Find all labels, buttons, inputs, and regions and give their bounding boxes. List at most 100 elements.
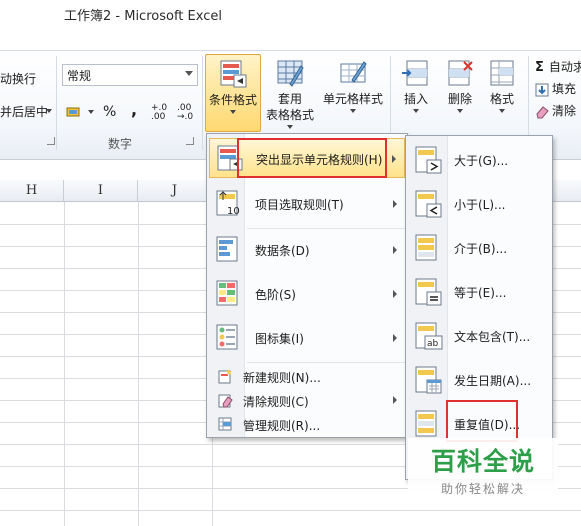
clear-rules-icon: [218, 394, 233, 408]
submenu-item-between[interactable]: 介于(B)...: [408, 228, 550, 268]
chevron-down-icon: [457, 109, 463, 113]
chevron-down-icon: [350, 109, 356, 113]
data-bars-icon: [216, 236, 238, 262]
menu-item-top-bottom-rules[interactable]: 10 项目选取规则(T): [209, 184, 405, 224]
menu-item-manage-rules[interactable]: 管理规则(R)...: [209, 412, 405, 436]
insert-label: 插入: [403, 92, 428, 106]
submenu-item-equal-to[interactable]: 等于(E)...: [408, 272, 550, 312]
chevron-right-icon: [393, 334, 397, 342]
grid-line: [64, 202, 65, 526]
autosum-label: 自动求: [548, 60, 581, 74]
currency-dropdown-icon[interactable]: [88, 110, 94, 114]
conditional-formatting-icon: [220, 60, 247, 88]
conditional-formatting-button[interactable]: 条件格式: [205, 54, 261, 132]
insert-button[interactable]: 插入: [396, 58, 436, 113]
color-scales-icon: [216, 280, 238, 306]
menu-separator: [247, 228, 405, 229]
cell-styles-icon: [340, 61, 367, 83]
clear-button[interactable]: 清除: [535, 102, 576, 120]
column-header-j[interactable]: J: [138, 180, 212, 202]
watermark-subtitle: 助你轻松解决: [440, 482, 525, 496]
ribbon-separator: [202, 56, 203, 150]
annotation-highlight-box: [446, 400, 518, 442]
increase-decimal-button[interactable]: +.0 .00: [151, 104, 175, 122]
svg-text:10: 10: [227, 206, 240, 217]
menu-item-color-scales[interactable]: 色阶(S): [209, 274, 405, 314]
currency-format-button[interactable]: [66, 104, 83, 122]
menu-item-icon-sets[interactable]: 图标集(I): [209, 318, 405, 358]
chevron-down-icon: [413, 109, 419, 113]
decrease-decimal-button[interactable]: .00 →.0: [177, 104, 201, 122]
number-group-label: 数字: [108, 137, 133, 151]
fill-down-icon: [535, 83, 549, 96]
chevron-right-icon: [392, 155, 396, 163]
merge-dropdown-icon[interactable]: [46, 109, 52, 113]
menu-item-data-bars[interactable]: 数据条(D): [209, 230, 405, 270]
fill-button[interactable]: 填充: [535, 80, 576, 98]
menu-item-label: 数据条(D): [255, 244, 310, 258]
title-bar: 工作簿2 - Microsoft Excel: [0, 0, 581, 30]
submenu-item-text-contains[interactable]: ab 文本包含(T)...: [408, 316, 550, 356]
format-as-table-icon: [277, 60, 304, 87]
insert-cells-icon: [402, 60, 428, 86]
menu-item-label: 图标集(I): [255, 332, 304, 346]
date-occurring-icon: [415, 366, 442, 394]
menu-item-label: 项目选取规则(T): [255, 198, 344, 212]
format-as-table-button[interactable]: 套用 表格格式: [262, 58, 318, 129]
grid-line: [0, 510, 581, 511]
format-cells-icon: [490, 60, 514, 86]
format-label: 格式: [489, 92, 514, 106]
submenu-item-greater-than[interactable]: 大于(G)...: [408, 140, 550, 180]
comma-style-button[interactable]: ,: [131, 100, 137, 119]
submenu-item-date-occurring[interactable]: 发生日期(A)...: [408, 360, 550, 400]
sigma-icon: Σ: [535, 60, 544, 75]
number-launcher-icon[interactable]: [186, 137, 194, 145]
menu-item-label: 管理规则(R)...: [243, 419, 321, 433]
icon-sets-icon: [216, 324, 238, 350]
delete-label: 删除: [447, 92, 472, 106]
column-header-h[interactable]: H: [0, 180, 64, 202]
fill-label: 填充: [552, 82, 577, 96]
delete-cells-icon: [448, 60, 473, 86]
percent-button[interactable]: %: [103, 104, 116, 120]
autosum-button[interactable]: Σ 自动求: [535, 58, 581, 76]
cell-styles-button[interactable]: 单元格样式: [320, 58, 386, 113]
alignment-launcher-icon[interactable]: [47, 137, 55, 145]
window-title: 工作簿2 - Microsoft Excel: [64, 9, 222, 24]
annotation-highlight-box: [237, 138, 387, 178]
delete-button[interactable]: 删除: [440, 58, 480, 113]
menu-separator: [247, 362, 405, 363]
svg-text:ab: ab: [427, 339, 439, 349]
manage-rules-icon: [218, 417, 232, 431]
column-header-i[interactable]: I: [64, 180, 138, 202]
conditional-formatting-label: 条件格式: [208, 93, 257, 107]
eraser-icon: [536, 105, 549, 118]
menu-item-label: 清除规则(C): [243, 395, 309, 409]
menu-item-label: 新建规则(N)...: [243, 371, 321, 385]
number-format-select[interactable]: 常规: [62, 64, 198, 86]
chevron-right-icon: [393, 290, 397, 298]
submenu-item-label: 等于(E)...: [454, 286, 507, 300]
menu-item-clear-rules[interactable]: 清除规则(C): [209, 388, 405, 412]
cell-styles-label: 单元格样式: [322, 92, 383, 106]
submenu-item-less-than[interactable]: 小于(L)...: [408, 184, 550, 224]
duplicate-values-icon: [415, 410, 437, 437]
submenu-item-label: 小于(L)...: [454, 198, 506, 212]
merge-center-button[interactable]: 并后居中: [0, 103, 48, 120]
wrap-text-button[interactable]: 动换行: [0, 70, 36, 87]
conditional-formatting-menu: 突出显示单元格规则(H) 10 项目选取规则(T) 数据条(D) 色阶(S) 图…: [206, 133, 408, 438]
chevron-right-icon: [393, 200, 397, 208]
greater-than-icon: [415, 146, 442, 174]
format-button[interactable]: 格式: [482, 58, 522, 113]
submenu-item-label: 文本包含(T)...: [454, 330, 531, 344]
menu-item-new-rule[interactable]: 新建规则(N)...: [209, 364, 405, 388]
clear-label: 清除: [552, 104, 577, 118]
equal-to-icon: [415, 278, 442, 306]
submenu-item-label: 介于(B)...: [454, 242, 508, 256]
table-format-label-1: 套用: [277, 92, 302, 106]
chevron-down-icon: [185, 71, 193, 76]
between-icon: [415, 234, 437, 261]
grid-line: [138, 202, 139, 526]
chevron-down-icon: [230, 110, 236, 114]
submenu-item-label: 大于(G)...: [454, 154, 509, 168]
